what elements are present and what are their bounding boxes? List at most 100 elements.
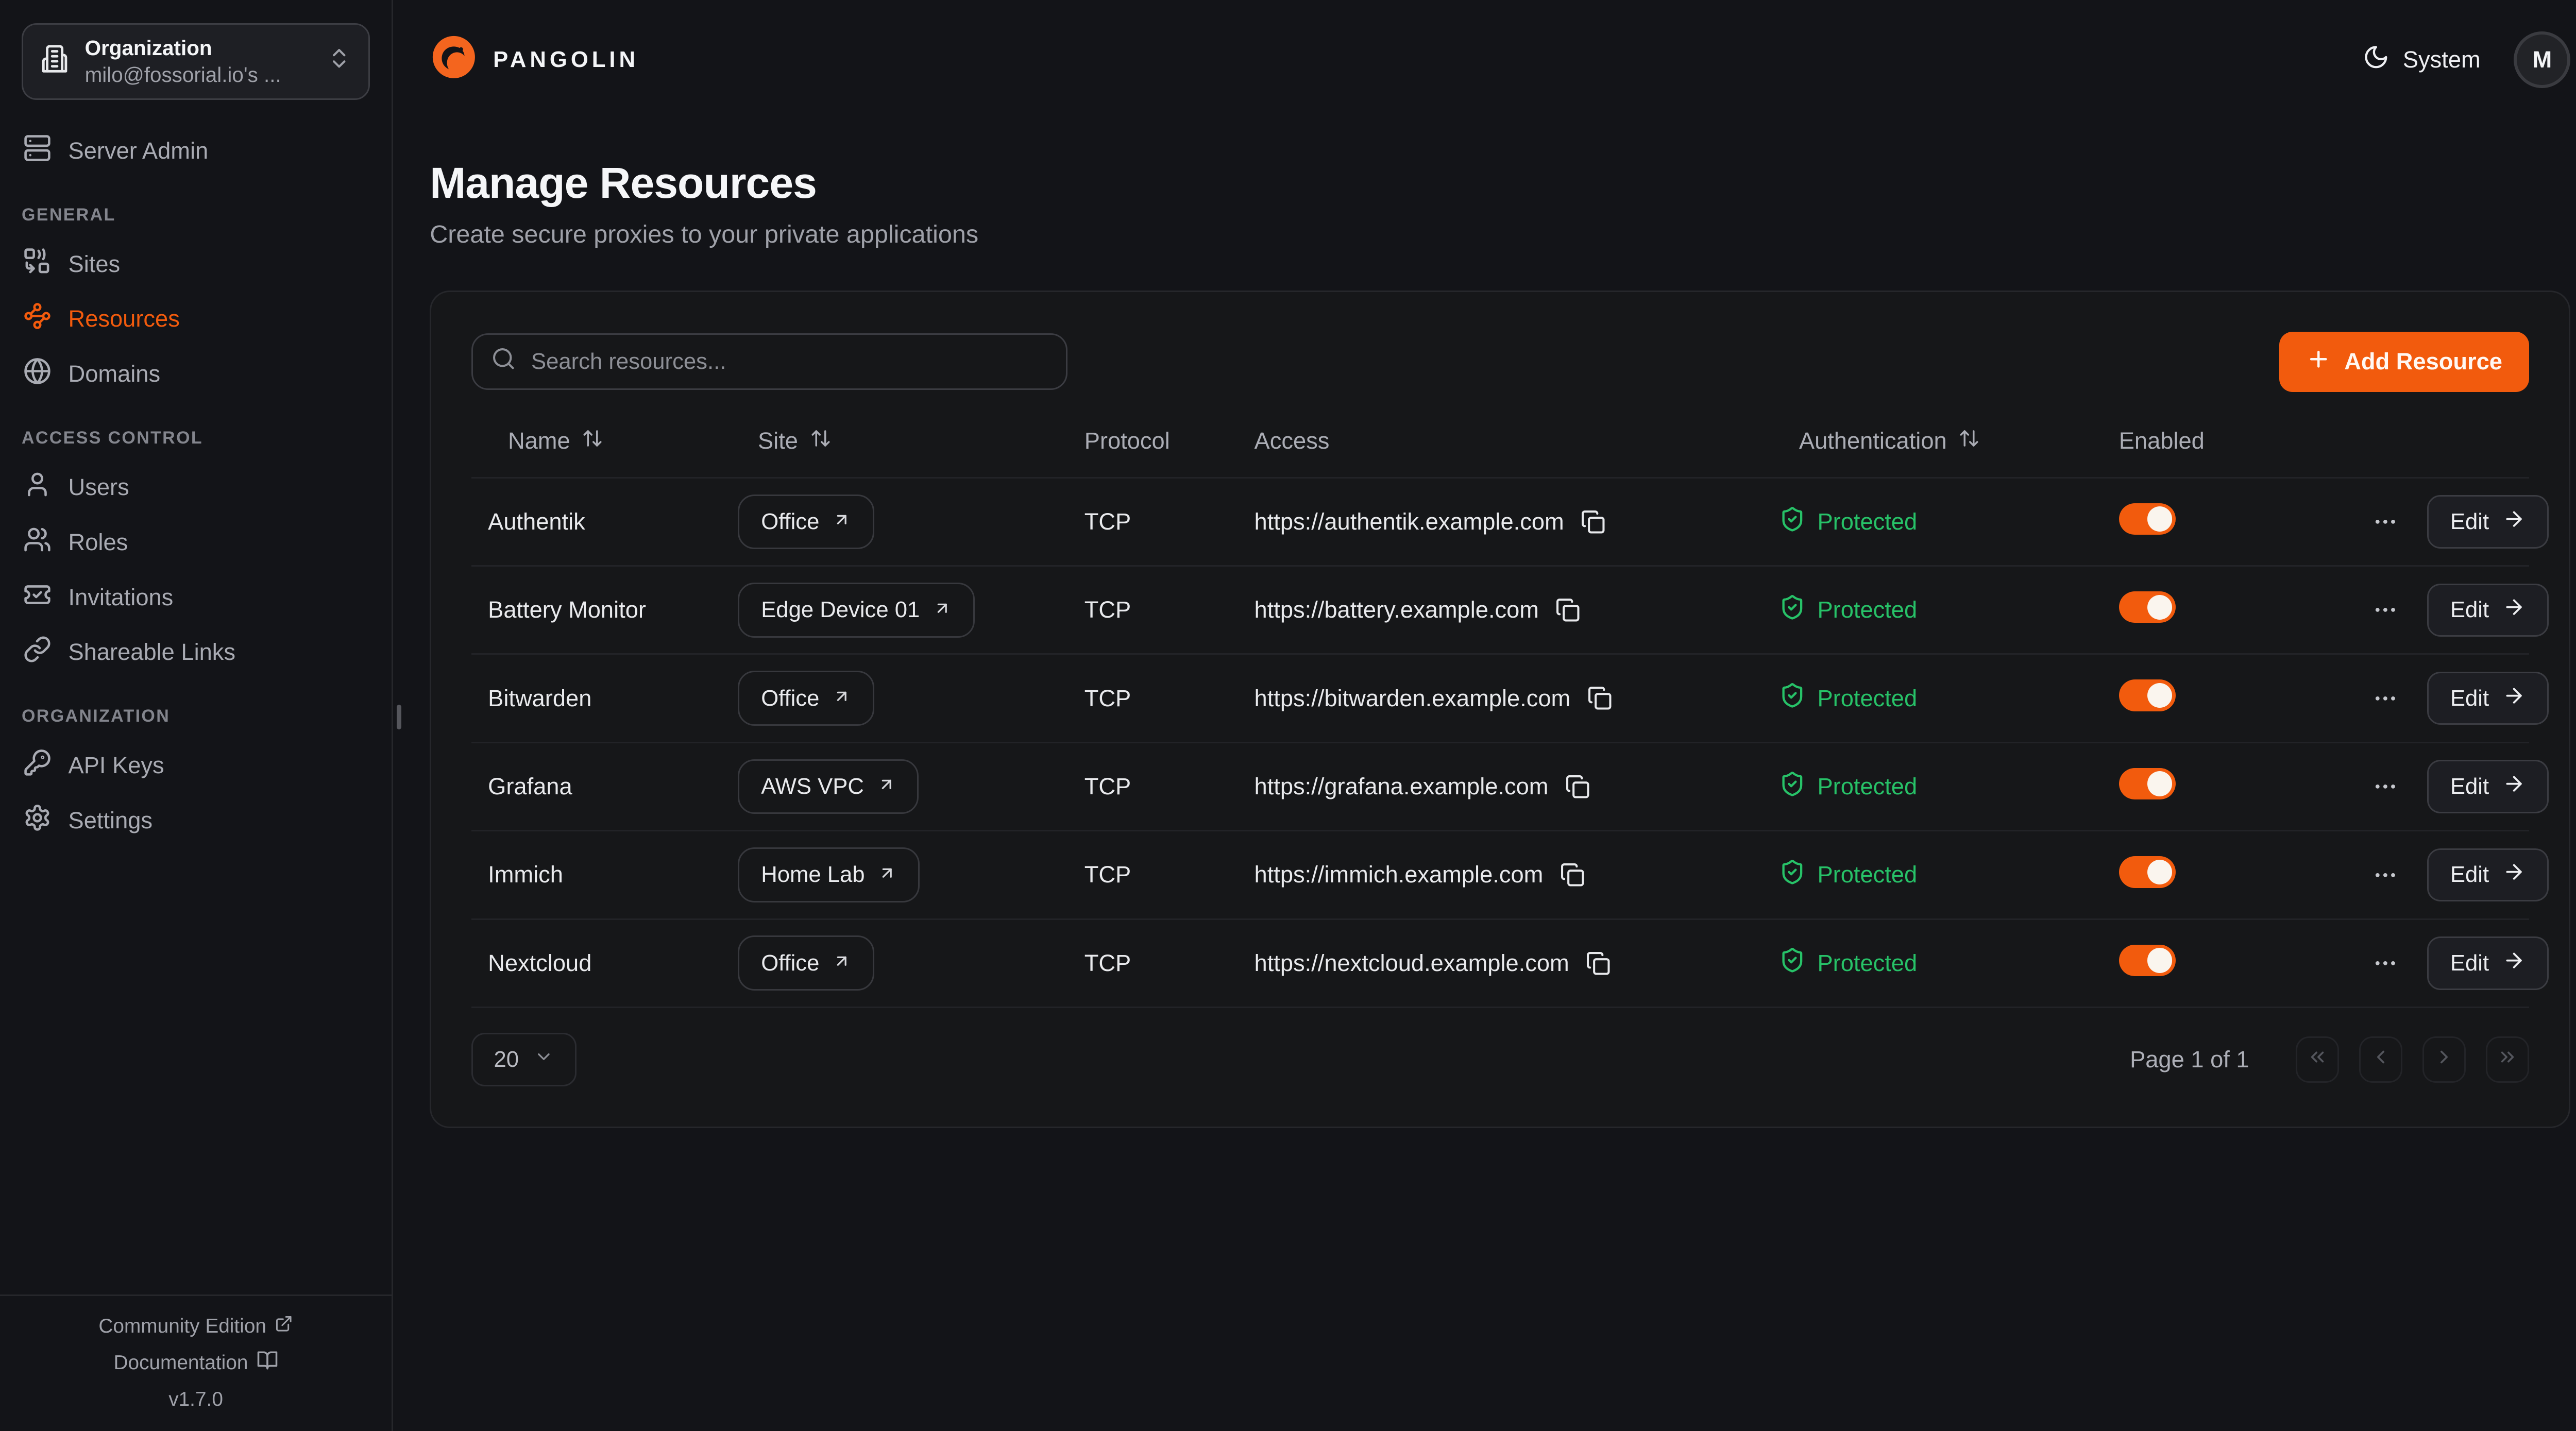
resource-name: Nextcloud: [471, 950, 738, 977]
sidebar-item-api-keys[interactable]: API Keys: [22, 738, 370, 793]
arrow-up-right-icon: [877, 774, 896, 799]
row-menu-button[interactable]: [2369, 505, 2402, 539]
edit-button[interactable]: Edit: [2427, 848, 2549, 901]
arrow-right-icon: [2502, 772, 2526, 801]
site-link[interactable]: Edge Device 01: [738, 583, 975, 638]
sidebar-item-roles[interactable]: Roles: [22, 515, 370, 570]
sidebar-item-shareable-links[interactable]: Shareable Links: [22, 625, 370, 680]
sidebar-item-label: Domains: [69, 361, 161, 387]
community-edition-link[interactable]: Community Edition: [98, 1315, 293, 1338]
copy-icon[interactable]: [1581, 509, 1606, 535]
theme-toggle[interactable]: System: [2363, 44, 2480, 76]
sidebar-item-server-admin[interactable]: Server Admin: [22, 123, 370, 178]
enabled-cell: [2119, 768, 2369, 805]
building-icon: [40, 44, 70, 80]
org-selector[interactable]: Organization milo@fossorial.io's ...: [22, 23, 370, 100]
next-page-button[interactable]: [2422, 1036, 2466, 1083]
copy-icon[interactable]: [1587, 686, 1613, 711]
enabled-cell: [2119, 503, 2369, 540]
site-link[interactable]: Office: [738, 495, 874, 550]
enabled-toggle[interactable]: [2119, 768, 2176, 799]
site-cell: Office: [738, 671, 1084, 726]
search-input[interactable]: [531, 349, 1048, 374]
search-icon: [491, 346, 516, 378]
toggle-knob: [2147, 860, 2173, 885]
gear-icon: [23, 804, 52, 838]
row-menu-button[interactable]: [2369, 770, 2402, 804]
authentication-status: Protected: [1817, 861, 1917, 888]
resource-name: Battery Monitor: [471, 597, 738, 623]
sort-icon: [1958, 428, 1980, 455]
sidebar-item-label: Invitations: [69, 584, 174, 611]
row-menu-button[interactable]: [2369, 946, 2402, 980]
sidebar-section-access-control: ACCESS CONTROL: [22, 428, 370, 448]
external-link-icon: [275, 1315, 293, 1338]
row-menu-button[interactable]: [2369, 858, 2402, 892]
column-header-enabled: Enabled: [2119, 428, 2369, 454]
edit-button[interactable]: Edit: [2427, 672, 2549, 725]
toggle-knob: [2147, 948, 2173, 973]
copy-icon[interactable]: [1555, 598, 1581, 623]
sidebar-scrollbar-thumb[interactable]: [397, 705, 402, 730]
table-row: Authentik Office TCP https://authentik.e…: [471, 479, 2529, 567]
add-resource-button[interactable]: Add Resource: [2279, 332, 2529, 391]
resource-name: Immich: [471, 861, 738, 888]
org-selector-label: Organization: [85, 35, 312, 62]
documentation-link[interactable]: Documentation: [113, 1350, 278, 1376]
previous-page-button[interactable]: [2359, 1036, 2402, 1083]
site-link[interactable]: AWS VPC: [738, 759, 919, 814]
enabled-toggle[interactable]: [2119, 591, 2176, 623]
site-name: AWS VPC: [761, 774, 864, 799]
column-header-authentication[interactable]: Authentication: [1779, 428, 2119, 455]
copy-icon[interactable]: [1586, 951, 1611, 976]
enabled-toggle[interactable]: [2119, 679, 2176, 711]
sidebar-item-label: Roles: [69, 529, 128, 556]
enabled-toggle[interactable]: [2119, 856, 2176, 888]
toggle-knob: [2147, 771, 2173, 796]
chevrons-right-icon: [2497, 1046, 2518, 1074]
actions-cell: Edit: [2369, 760, 2561, 813]
site-link[interactable]: Home Lab: [738, 847, 920, 902]
column-header-site[interactable]: Site: [738, 428, 1084, 455]
sidebar-item-label: Resources: [69, 305, 180, 332]
sidebar-item-users[interactable]: Users: [22, 460, 370, 515]
row-menu-button[interactable]: [2369, 593, 2402, 627]
topbar-actions: System M: [2363, 31, 2570, 88]
first-page-button[interactable]: [2296, 1036, 2339, 1083]
site-link[interactable]: Office: [738, 935, 874, 991]
chevron-right-icon: [2433, 1046, 2455, 1074]
sidebar-item-domains[interactable]: Domains: [22, 347, 370, 402]
sidebar-item-invitations[interactable]: Invitations: [22, 570, 370, 625]
edit-button[interactable]: Edit: [2427, 584, 2549, 637]
site-cell: Edge Device 01: [738, 583, 1084, 638]
column-label: Site: [758, 428, 798, 454]
copy-icon[interactable]: [1560, 862, 1585, 888]
column-label: Enabled: [2119, 428, 2205, 454]
sidebar-item-resources[interactable]: Resources: [22, 292, 370, 347]
arrow-right-icon: [2502, 684, 2526, 713]
enabled-toggle[interactable]: [2119, 503, 2176, 535]
resources-card: Add Resource Name Site Protocol Access A…: [430, 291, 2570, 1128]
sidebar-section-organization: ORGANIZATION: [22, 706, 370, 726]
row-menu-button[interactable]: [2369, 682, 2402, 715]
site-link[interactable]: Office: [738, 671, 874, 726]
edit-button[interactable]: Edit: [2427, 495, 2549, 548]
page-size-select[interactable]: 20: [471, 1033, 577, 1086]
access-url: https://grafana.example.com: [1255, 773, 1549, 800]
edit-button[interactable]: Edit: [2427, 760, 2549, 813]
column-header-name[interactable]: Name: [471, 428, 738, 455]
actions-cell: Edit: [2369, 936, 2561, 990]
enabled-toggle[interactable]: [2119, 945, 2176, 976]
column-header-protocol: Protocol: [1084, 428, 1255, 454]
enabled-cell: [2119, 679, 2369, 717]
user-avatar[interactable]: M: [2514, 31, 2570, 88]
access-url: https://immich.example.com: [1255, 861, 1544, 888]
combine-icon: [23, 247, 52, 281]
sidebar-item-sites[interactable]: Sites: [22, 236, 370, 292]
sidebar-item-settings[interactable]: Settings: [22, 793, 370, 848]
globe-icon: [23, 357, 52, 391]
last-page-button[interactable]: [2486, 1036, 2529, 1083]
edit-button[interactable]: Edit: [2427, 936, 2549, 990]
org-texts: Organization milo@fossorial.io's ...: [85, 35, 312, 88]
copy-icon[interactable]: [1565, 774, 1590, 799]
